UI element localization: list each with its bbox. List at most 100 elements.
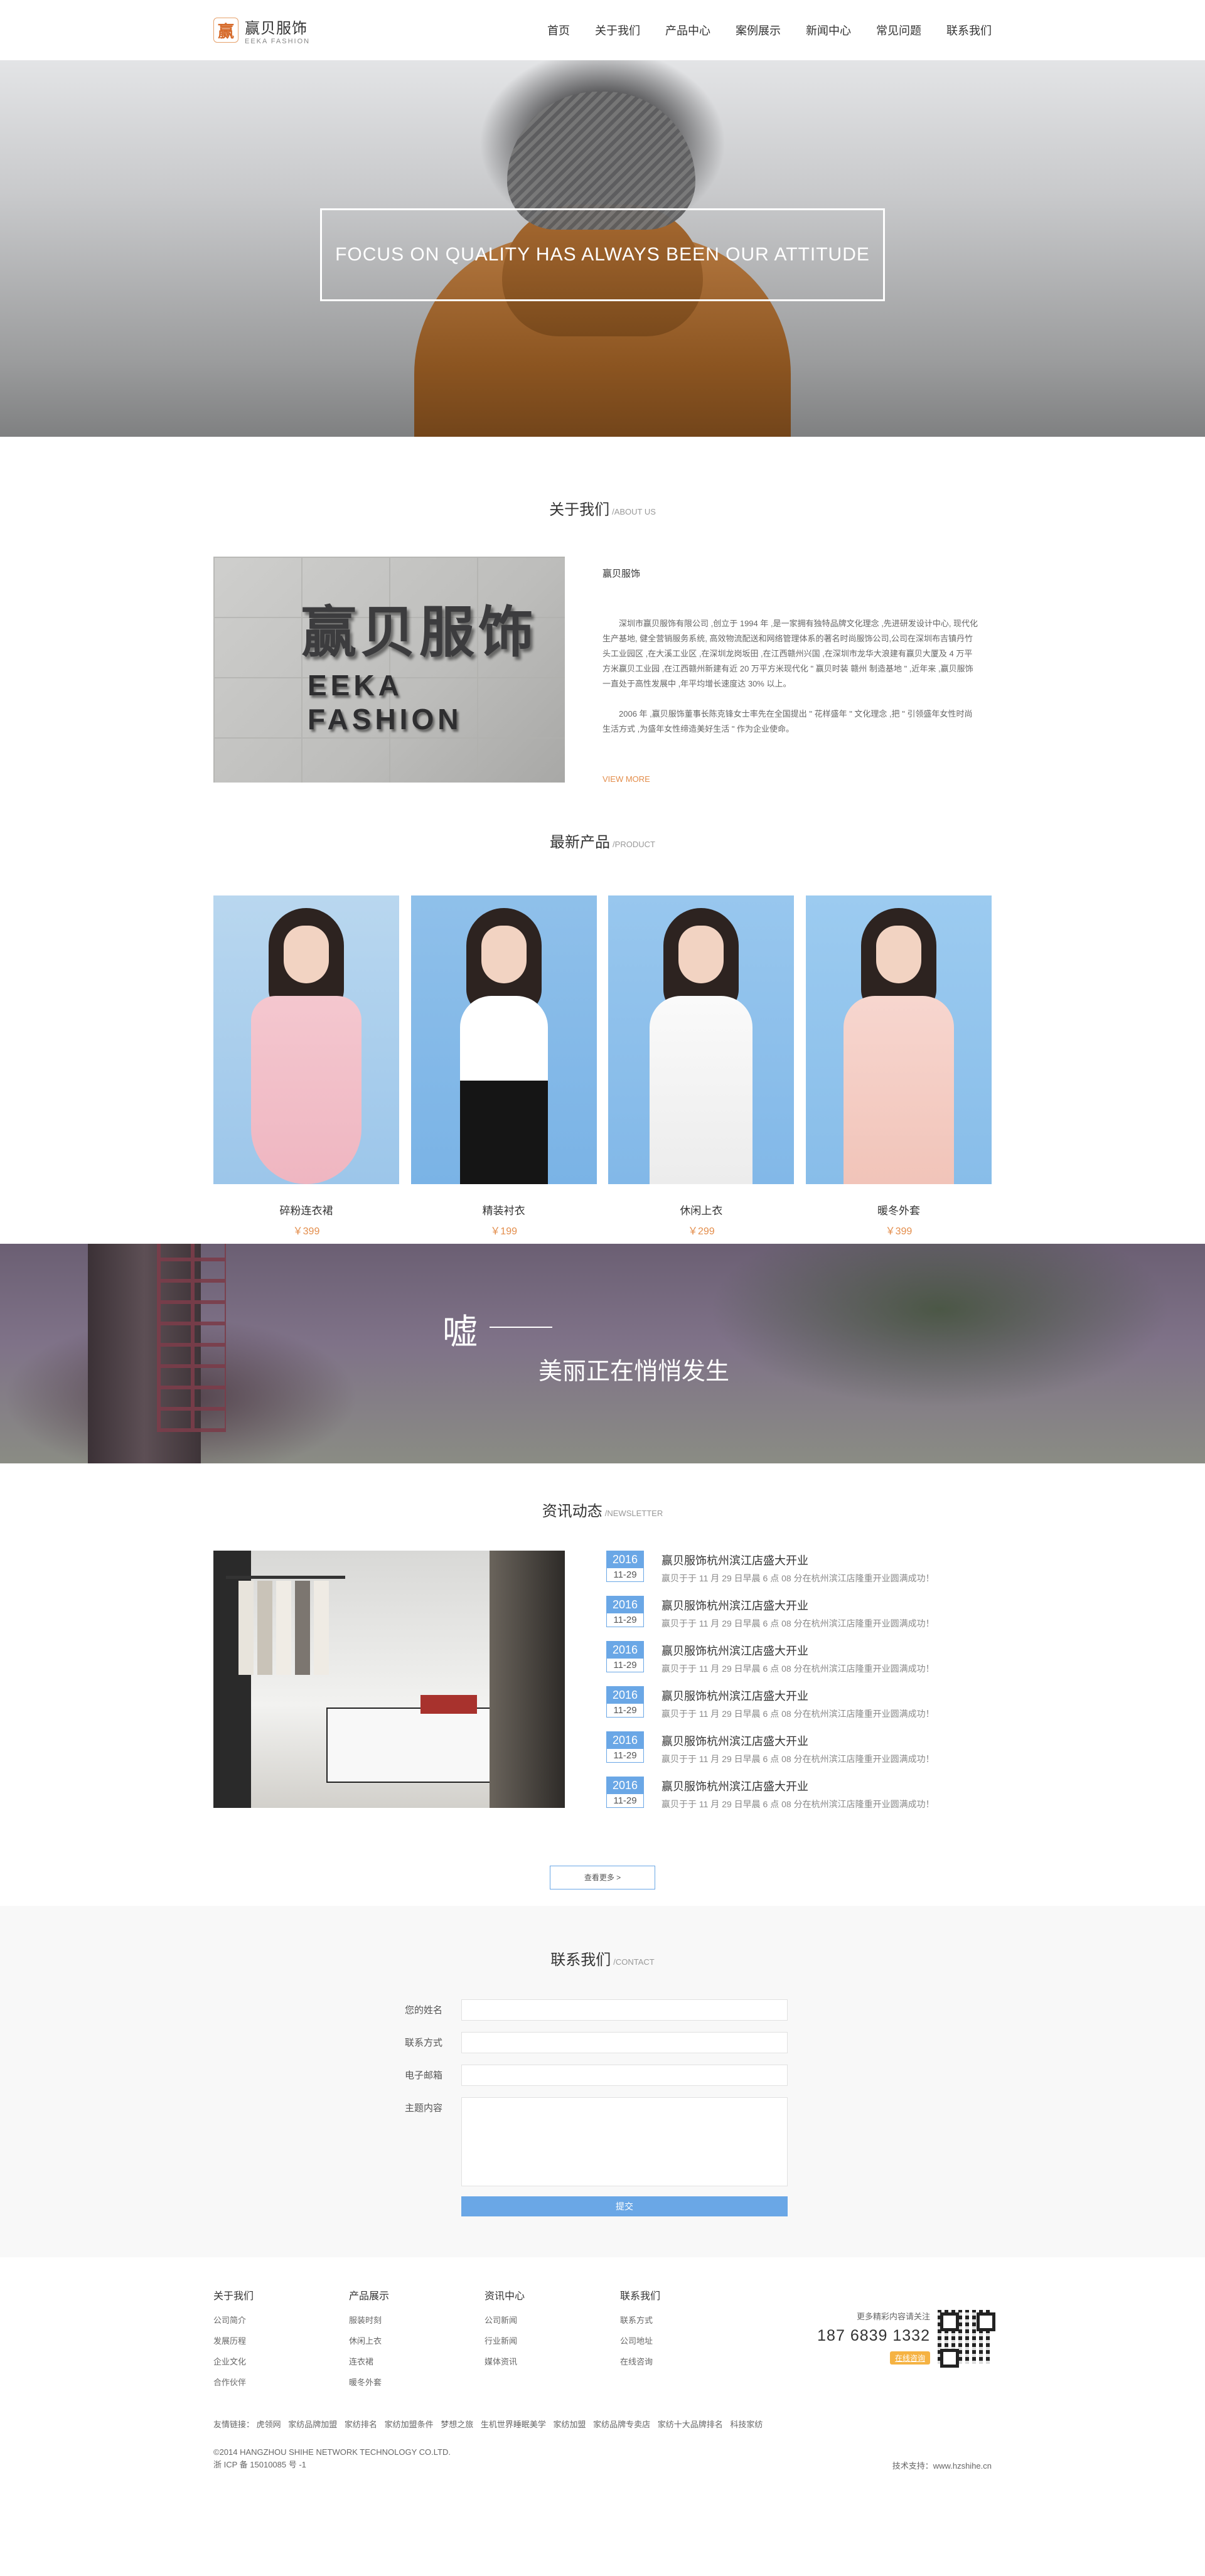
- friend-link[interactable]: 家纺品牌专卖店: [593, 2420, 650, 2429]
- friend-link[interactable]: 家纺加盟条件: [385, 2420, 434, 2429]
- product-name[interactable]: 碎粉连衣裙: [213, 1202, 399, 1217]
- news-date-year: 2016: [607, 1687, 643, 1704]
- footer-link[interactable]: 连衣裙: [349, 2355, 485, 2367]
- footer-link[interactable]: 企业文化: [213, 2355, 349, 2367]
- friend-link[interactable]: 家纺品牌加盟: [288, 2420, 337, 2429]
- footer-link[interactable]: 行业新闻: [485, 2334, 620, 2346]
- copyright-bar: ©2014 HANGZHOU SHIHE NETWORK TECHNOLOGY …: [213, 2446, 992, 2471]
- friend-link[interactable]: 家纺加盟: [553, 2420, 586, 2429]
- products-title: 最新产品/PRODUCT: [213, 830, 992, 852]
- news-date-year: 2016: [607, 1777, 643, 1794]
- logo-mark-icon: 赢: [213, 18, 238, 43]
- content-label: 主题内容: [405, 2103, 443, 2114]
- footer-link[interactable]: 媒体资讯: [485, 2355, 620, 2367]
- footer-link[interactable]: 休闲上衣: [349, 2334, 485, 2346]
- footer-phone: 187 6839 1332: [817, 2327, 930, 2344]
- news-date-md: 11-29: [613, 1615, 637, 1625]
- product-card[interactable]: 休闲上衣 ￥299: [608, 895, 795, 1237]
- footer-link[interactable]: 公司新闻: [485, 2314, 620, 2326]
- contact-title-cn: 联系我们: [550, 1952, 611, 1969]
- about-view-more-link[interactable]: VIEW MORE: [602, 774, 650, 784]
- footer-col-title: 产品展示: [349, 2291, 390, 2302]
- footer-col-contact: 联系我们 联系方式 公司地址 在线咨询: [620, 2287, 756, 2394]
- news-item[interactable]: 2016 11-29 赢贝服饰杭州滨江店盛大开业 赢贝于于 11 月 29 日早晨 …: [606, 1686, 992, 1731]
- news-title-link[interactable]: 赢贝服饰杭州滨江店盛大开业: [661, 1552, 935, 1568]
- nav-cases[interactable]: 案例展示: [736, 22, 781, 38]
- about-section: 关于我们/ABOUT US 赢贝服饰 EEKA FASHION 赢贝服饰 深圳市…: [0, 437, 1205, 830]
- nav-contact[interactable]: 联系我们: [946, 22, 992, 38]
- footer-link[interactable]: 联系方式: [620, 2314, 756, 2326]
- nav-about[interactable]: 关于我们: [595, 22, 640, 38]
- site-footer: 关于我们 公司简介 发展历程 企业文化 合作伙伴 产品展示 服装时刻 休闲上衣 …: [0, 2257, 1205, 2524]
- site-logo[interactable]: 赢 赢贝服饰 EEKA FASHION: [213, 16, 310, 45]
- quote-big-text: 嘘: [442, 1312, 478, 1352]
- email-input[interactable]: [461, 2065, 788, 2086]
- name-label: 您的姓名: [405, 2005, 443, 2016]
- about-company-name: 赢贝服饰: [602, 569, 641, 579]
- news-date-md: 11-29: [613, 1795, 637, 1806]
- news-date-md: 11-29: [613, 1705, 637, 1716]
- about-paragraph-2: 2006 年 ,赢贝服饰董事长陈克锋女士率先在全国提出 " 花样盛年 " 文化理…: [602, 709, 973, 734]
- phone-input[interactable]: [461, 2032, 788, 2053]
- nav-faq[interactable]: 常见问题: [876, 22, 921, 38]
- copyright-text: ©2014 HANGZHOU SHIHE NETWORK TECHNOLOGY …: [213, 2447, 451, 2457]
- product-image[interactable]: [805, 895, 992, 1184]
- news-title-link[interactable]: 赢贝服饰杭州滨江店盛大开业: [661, 1733, 935, 1749]
- product-card[interactable]: 精装衬衣 ￥199: [410, 895, 597, 1237]
- news-title-link[interactable]: 赢贝服饰杭州滨江店盛大开业: [661, 1642, 935, 1659]
- footer-link[interactable]: 合作伙伴: [213, 2376, 349, 2388]
- news-desc: 赢贝于于 11 月 29 日早晨 6 点 08 分在杭州滨江店隆重开业圆满成功！: [661, 1754, 935, 1764]
- news-title-link[interactable]: 赢贝服饰杭州滨江店盛大开业: [661, 1687, 935, 1704]
- friend-link[interactable]: 生机世界睡眠美学: [481, 2420, 546, 2429]
- product-image[interactable]: [410, 895, 597, 1184]
- product-price: ￥399: [292, 1226, 320, 1237]
- product-name[interactable]: 休闲上衣: [608, 1202, 794, 1217]
- friend-link[interactable]: 虎领网: [257, 2420, 281, 2429]
- news-item[interactable]: 2016 11-29 赢贝服饰杭州滨江店盛大开业 赢贝于于 11 月 29 日早晨 …: [606, 1641, 992, 1686]
- footer-link[interactable]: 公司地址: [620, 2334, 756, 2346]
- friend-link[interactable]: 梦想之旅: [441, 2420, 473, 2429]
- news-date-md: 11-29: [613, 1750, 637, 1761]
- friend-link[interactable]: 家纺十大品牌排名: [658, 2420, 723, 2429]
- quote-divider: [490, 1327, 552, 1328]
- nav-news[interactable]: 新闻中心: [806, 22, 851, 38]
- news-date: 2016 11-29: [606, 1777, 644, 1808]
- tech-support-text[interactable]: 技术支持：www.hzshihe.cn: [892, 2459, 992, 2471]
- news-item[interactable]: 2016 11-29 赢贝服饰杭州滨江店盛大开业 赢贝于于 11 月 29 日早晨 …: [606, 1551, 992, 1596]
- product-name[interactable]: 精装衬衣: [411, 1202, 597, 1217]
- news-date: 2016 11-29: [606, 1596, 644, 1627]
- about-title: 关于我们/ABOUT US: [213, 497, 992, 519]
- about-sign-cn: 赢贝服饰: [301, 601, 538, 663]
- quote-sub-text: 美丽正在悄悄发生: [538, 1359, 730, 1385]
- product-card[interactable]: 暖冬外套 ￥399: [805, 895, 992, 1237]
- product-name[interactable]: 暖冬外套: [806, 1202, 992, 1217]
- submit-button[interactable]: 提交: [461, 2196, 788, 2216]
- about-paragraph-1: 深圳市赢贝服饰有限公司 ,创立于 1994 年 ,是一家拥有独特品牌文化理念 ,…: [602, 619, 978, 688]
- footer-hint: 更多精彩内容请关注: [856, 2312, 930, 2321]
- news-date-year: 2016: [607, 1596, 643, 1613]
- nav-products[interactable]: 产品中心: [665, 22, 710, 38]
- nav-home[interactable]: 首页: [547, 22, 570, 38]
- footer-link[interactable]: 在线咨询: [620, 2355, 756, 2367]
- footer-link[interactable]: 发展历程: [213, 2334, 349, 2346]
- product-image[interactable]: [608, 895, 795, 1184]
- news-title-link[interactable]: 赢贝服饰杭州滨江店盛大开业: [661, 1778, 935, 1794]
- footer-link[interactable]: 公司简介: [213, 2314, 349, 2326]
- product-card[interactable]: 碎粉连衣裙 ￥399: [213, 895, 399, 1237]
- news-item[interactable]: 2016 11-29 赢贝服饰杭州滨江店盛大开业 赢贝于于 11 月 29 日早晨 …: [606, 1731, 992, 1777]
- news-title-link[interactable]: 赢贝服饰杭州滨江店盛大开业: [661, 1597, 935, 1613]
- contact-section: 联系我们/CONTACT 您的姓名 联系方式 电子邮箱 主题内容 提交: [0, 1906, 1205, 2257]
- products-section: 最新产品/PRODUCT 碎粉连衣裙 ￥399 精装衬衣 ￥199 休闲上衣 ￥…: [0, 830, 1205, 1244]
- quote-banner: 嘘 美丽正在悄悄发生: [0, 1244, 1205, 1463]
- footer-link[interactable]: 服装时刻: [349, 2314, 485, 2326]
- friend-link[interactable]: 科技家纺: [730, 2420, 763, 2429]
- online-consult-button[interactable]: 在线咨询: [889, 2351, 930, 2365]
- news-item[interactable]: 2016 11-29 赢贝服饰杭州滨江店盛大开业 赢贝于于 11 月 29 日早晨 …: [606, 1777, 992, 1822]
- footer-link[interactable]: 暖冬外套: [349, 2376, 485, 2388]
- friend-link[interactable]: 家纺排名: [345, 2420, 377, 2429]
- name-input[interactable]: [461, 1999, 788, 2021]
- news-more-button[interactable]: 查看更多 >: [550, 1866, 655, 1889]
- content-textarea[interactable]: [461, 2097, 788, 2186]
- news-item[interactable]: 2016 11-29 赢贝服饰杭州滨江店盛大开业 赢贝于于 11 月 29 日早晨 …: [606, 1596, 992, 1641]
- product-image[interactable]: [213, 895, 399, 1184]
